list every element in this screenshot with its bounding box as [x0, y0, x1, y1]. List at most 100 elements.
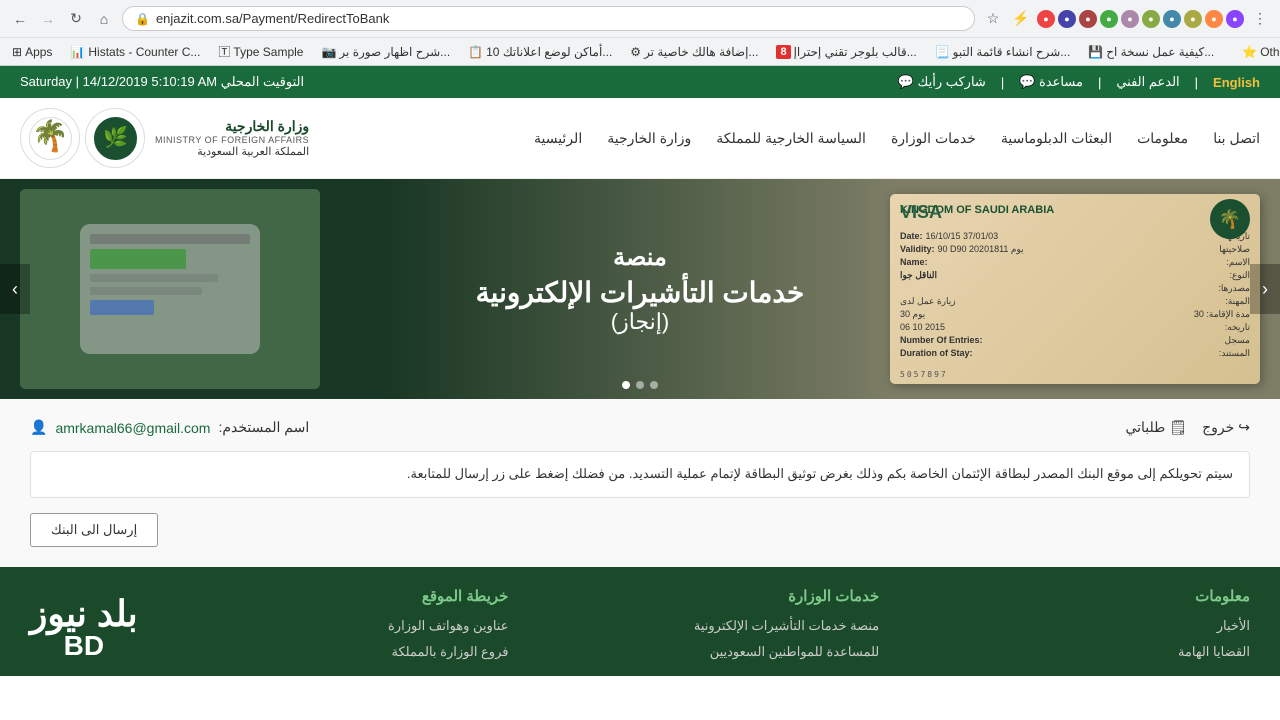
send-btn-row: إرسال الى البنك: [30, 513, 1250, 547]
hero-text: منصة خدمات التأشيرات الإلكترونية (إنجاز): [476, 243, 805, 335]
nav-home[interactable]: الرئيسية: [534, 130, 582, 147]
content-area: ↪ خروج 🗒 طلباتي اسم المستخدم: amrkamal66…: [0, 399, 1280, 567]
separator-3: |: [1001, 75, 1004, 90]
extension-icon-5[interactable]: ●: [1121, 10, 1139, 28]
slider-dot-2[interactable]: [636, 381, 644, 389]
extension-icon-8[interactable]: ●: [1184, 10, 1202, 28]
lock-icon: 🔒: [135, 12, 150, 26]
more-button[interactable]: ⋮: [1248, 7, 1272, 31]
bookmark-4[interactable]: 📋 10 أماكن لوضع اعلاناتك...: [464, 43, 616, 61]
separator-2: |: [1098, 75, 1101, 90]
footer-info-link-2[interactable]: القضايا الهامة: [1178, 644, 1250, 659]
url-text: enjazit.com.sa/Payment/RedirectToBank: [156, 11, 389, 26]
footer-grid: معلومات الأخبار القضايا الهامة خدمات الو…: [30, 587, 1250, 669]
extensions-button[interactable]: ⚡: [1009, 7, 1033, 31]
browser-actions: ☆ ⚡ ● ● ● ● ● ● ● ● ● ● ⋮: [981, 7, 1272, 31]
logout-arrow-icon: ↪: [1238, 419, 1250, 436]
extension-icon-7[interactable]: ●: [1163, 10, 1181, 28]
logo-arabic-text: بلد نيوز: [30, 596, 138, 632]
share-link[interactable]: شاركب رأيك 💬: [898, 74, 986, 90]
bookmark-8[interactable]: 💾 كيفية عمل نسخة اح...: [1084, 43, 1218, 61]
slider-dot-3[interactable]: [650, 381, 658, 389]
bookmark-3[interactable]: 📷 شرح اظهار صورة بر...: [317, 43, 454, 61]
hero-section: 🌴 KINGDOM OF SAUDI ARABIA VISA Date:16/1…: [0, 179, 1280, 399]
footer-info-link-1[interactable]: الأخبار: [1217, 618, 1250, 633]
extension-icon-9[interactable]: ●: [1205, 10, 1223, 28]
address-bar[interactable]: 🔒 enjazit.com.sa/Payment/RedirectToBank: [122, 6, 975, 31]
browser-toolbar: ← → ↻ ⌂ 🔒 enjazit.com.sa/Payment/Redirec…: [0, 0, 1280, 37]
footer-info-title: معلومات: [899, 587, 1250, 605]
footer-services-list: منصة خدمات التأشيرات الإلكترونية للمساعد…: [528, 617, 879, 661]
extension-icon-10[interactable]: ●: [1226, 10, 1244, 28]
extension-icon-3[interactable]: ●: [1079, 10, 1097, 28]
bookmark-5[interactable]: ⚙ إضافة هالك خاصية تر...: [626, 43, 762, 61]
footer-info-col: معلومات الأخبار القضايا الهامة: [899, 587, 1250, 669]
ministry-arabic-name: وزارة الخارجية: [155, 118, 309, 135]
type-sample-icon: 🅃: [218, 43, 230, 60]
ministry-english-name: MINISTRY OF FOREIGN AFFAIRS: [155, 135, 309, 145]
bookmarks-bar: ⊞ Apps 📊 Histats - Counter C... 🅃 Type S…: [0, 37, 1280, 65]
help-link[interactable]: مساعدة 💬: [1019, 74, 1083, 90]
kingdom-name: المملكة العربية السعودية: [155, 145, 309, 158]
apps-icon: ⊞: [12, 45, 22, 59]
user-email: amrkamal66@gmail.com: [55, 420, 210, 436]
bookmark-other[interactable]: ⭐ Other bookmarks: [1238, 43, 1280, 61]
nav-foreign-affairs[interactable]: وزارة الخارجية: [607, 130, 691, 147]
slider-dots: [622, 381, 658, 389]
other-bookmarks-icon: ⭐: [1242, 45, 1257, 59]
passport-fields: Date:16/10/15 37/01/03 تاريخها Validity:…: [900, 231, 1250, 359]
footer-service-link-2[interactable]: للمساعدة للمواطنين السعوديين: [710, 644, 880, 659]
bookmark-histats[interactable]: 📊 Histats - Counter C...: [66, 43, 204, 61]
bookmark-5-icon: ⚙: [630, 45, 641, 59]
requests-icon: 🗒: [1169, 419, 1187, 436]
svg-text:🌴: 🌴: [31, 118, 68, 153]
footer-service-link-1[interactable]: منصة خدمات التأشيرات الإلكترونية: [694, 618, 879, 633]
extension-icon-4[interactable]: ●: [1100, 10, 1118, 28]
user-info: اسم المستخدم: amrkamal66@gmail.com 👤: [30, 419, 309, 436]
footer-info-item-1: الأخبار: [899, 617, 1250, 635]
bookmark-apps[interactable]: ⊞ Apps: [8, 43, 56, 61]
hero-tablet-bg: [20, 189, 320, 389]
logo-area: وزارة الخارجية MINISTRY OF FOREIGN AFFAI…: [20, 108, 309, 168]
top-bar-right: التوقيت المحلي Saturday | 14/12/2019 5:1…: [20, 74, 304, 90]
bookmark-star-button[interactable]: ☆: [981, 7, 1005, 31]
forward-button[interactable]: →: [36, 7, 60, 31]
footer-info-item-2: القضايا الهامة: [899, 643, 1250, 661]
english-link[interactable]: English: [1213, 75, 1260, 90]
hero-arrow-right[interactable]: ›: [1250, 264, 1280, 314]
my-requests-link[interactable]: 🗒 طلباتي: [1125, 419, 1187, 436]
footer-sitemap-item-1: عناوين وهواتف الوزارة: [158, 617, 509, 635]
home-button[interactable]: ⌂: [92, 7, 116, 31]
bookmark-type-sample[interactable]: 🅃 Type Sample: [214, 41, 307, 62]
extension-icon-6[interactable]: ●: [1142, 10, 1160, 28]
browser-chrome: ← → ↻ ⌂ 🔒 enjazit.com.sa/Payment/Redirec…: [0, 0, 1280, 66]
nav-info[interactable]: معلومات: [1137, 130, 1188, 147]
logout-link[interactable]: ↪ خروج: [1202, 419, 1250, 436]
hero-arrow-left[interactable]: ‹: [0, 264, 30, 314]
nav-links: اتصل بنا معلومات البعثات الدبلوماسية خدم…: [534, 130, 1260, 147]
extension-icon-2[interactable]: ●: [1058, 10, 1076, 28]
hero-brand: (إنجاز): [476, 309, 805, 335]
nav-contact[interactable]: اتصل بنا: [1213, 130, 1260, 147]
back-button[interactable]: ←: [8, 7, 32, 31]
bookmark-6-badge: 8: [776, 45, 790, 59]
tablet-display: [80, 224, 260, 354]
extension-icon-1[interactable]: ●: [1037, 10, 1055, 28]
send-to-bank-button[interactable]: إرسال الى البنك: [30, 513, 158, 547]
bookmark-7-icon: 📃: [935, 45, 950, 59]
saudi-emblem: 🌴: [20, 108, 80, 168]
slider-dot-1[interactable]: [622, 381, 630, 389]
ministry-logo: 🌿: [85, 108, 145, 168]
user-actions: ↪ خروج 🗒 طلباتي: [1125, 419, 1250, 436]
footer-sitemap-link-1[interactable]: عناوين وهواتف الوزارة: [388, 618, 508, 633]
nav-ministry-services[interactable]: خدمات الوزارة: [891, 130, 976, 147]
user-label: اسم المستخدم:: [218, 419, 309, 436]
support-link[interactable]: الدعم الفني: [1116, 74, 1179, 90]
nav-foreign-policy[interactable]: السياسة الخارجية للمملكة: [716, 130, 866, 147]
nav-diplomatic[interactable]: البعثات الدبلوماسية: [1001, 130, 1112, 147]
bookmark-7[interactable]: 📃 شرح انشاء قائمة التبو...: [931, 43, 1075, 61]
refresh-button[interactable]: ↻: [64, 7, 88, 31]
footer-sitemap-link-2[interactable]: فروع الوزارة بالمملكة: [392, 644, 509, 659]
bookmark-6[interactable]: 8 قالب بلوجر تقني إحتراإ...: [772, 43, 920, 61]
footer-services-title: خدمات الوزارة: [528, 587, 879, 605]
